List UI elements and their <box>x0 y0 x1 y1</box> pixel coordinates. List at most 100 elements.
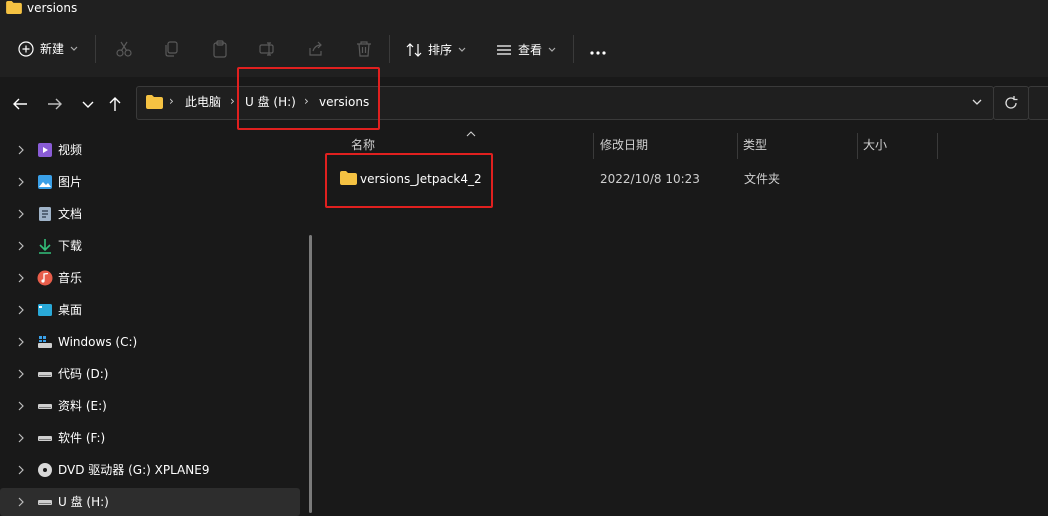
sidebar-item-label: 音乐 <box>58 271 83 285</box>
chevron-down-icon <box>458 47 466 52</box>
file-type: 文件夹 <box>744 172 781 186</box>
share-icon[interactable] <box>307 40 325 58</box>
paste-icon[interactable] <box>211 40 229 58</box>
sidebar-item-label: 文档 <box>58 207 83 221</box>
sort-button[interactable]: 排序 <box>406 41 466 58</box>
sidebar-item-drive-e[interactable]: 资料 (E:) <box>0 392 300 420</box>
sidebar-item-documents[interactable]: 文档 <box>0 200 300 228</box>
drive-icon <box>38 500 52 505</box>
music-icon <box>37 270 53 286</box>
sidebar-item-pictures[interactable]: 图片 <box>0 168 300 196</box>
chevron-right-icon[interactable] <box>16 304 26 316</box>
sidebar-item-drive-c[interactable]: Windows (C:) <box>0 328 300 356</box>
chevron-down-icon <box>548 47 556 52</box>
address-row: › 此电脑 › U 盘 (H:) › versions <box>0 77 1048 131</box>
sidebar-item-downloads[interactable]: 下载 <box>0 232 300 260</box>
sidebar-item-label: 资料 (E:) <box>58 399 107 413</box>
title-bar: versions <box>0 0 1048 22</box>
sidebar-item-label: 软件 (F:) <box>58 431 106 445</box>
picture-icon <box>38 175 52 189</box>
drive-icon <box>38 404 52 409</box>
back-arrow-icon[interactable] <box>12 96 28 112</box>
chevron-right-icon[interactable] <box>16 432 26 444</box>
sort-label: 排序 <box>428 43 453 57</box>
breadcrumb-separator: › <box>169 94 174 108</box>
chevron-down-icon[interactable] <box>971 96 983 108</box>
view-button[interactable]: 查看 <box>496 41 556 58</box>
sidebar-scrollbar[interactable] <box>309 235 312 513</box>
command-bar: 新建 排序 查看 <box>0 22 1048 78</box>
column-divider[interactable] <box>937 133 938 159</box>
chevron-right-icon[interactable] <box>16 368 26 380</box>
cut-icon[interactable] <box>115 40 133 58</box>
search-input[interactable] <box>1028 86 1048 120</box>
folder-icon <box>6 1 22 14</box>
window-title: versions <box>27 1 78 15</box>
plus-circle-icon <box>18 40 34 57</box>
download-icon <box>39 239 51 254</box>
chevron-right-icon[interactable] <box>16 496 26 508</box>
chevron-right-icon[interactable] <box>16 464 26 476</box>
folder-icon <box>146 95 163 109</box>
sidebar-item-label: U 盘 (H:) <box>58 495 109 509</box>
view-list-icon <box>497 44 511 55</box>
column-header-modified[interactable]: 修改日期 <box>600 137 648 153</box>
sidebar-item-drive-f[interactable]: 软件 (F:) <box>0 424 300 452</box>
sidebar-item-label: Windows (C:) <box>58 335 138 349</box>
recent-chevron-down-icon[interactable] <box>80 96 96 112</box>
desktop-icon <box>38 304 52 316</box>
chevron-right-icon[interactable] <box>16 144 26 156</box>
delete-icon[interactable] <box>355 40 373 58</box>
column-divider[interactable] <box>737 133 738 159</box>
dvd-disc-icon <box>38 463 52 477</box>
more-options-icon[interactable] <box>590 44 608 62</box>
sidebar-item-label: 下载 <box>58 239 83 253</box>
sort-ascending-icon <box>466 131 476 137</box>
sidebar-item-label: 代码 (D:) <box>58 367 109 381</box>
rename-icon[interactable] <box>259 40 277 58</box>
column-header-size[interactable]: 大小 <box>863 137 887 153</box>
column-header-name[interactable]: 名称 <box>351 137 375 153</box>
chevron-right-icon[interactable] <box>16 336 26 348</box>
forward-arrow-icon[interactable] <box>47 96 63 112</box>
sidebar-item-label: 图片 <box>58 175 83 189</box>
sidebar-item-label: 桌面 <box>58 303 83 317</box>
sort-icon <box>406 42 422 57</box>
sidebar-item-label: 视频 <box>58 143 83 157</box>
highlight-box-folder <box>325 153 493 208</box>
up-arrow-icon[interactable] <box>107 96 123 112</box>
sidebar-item-drive-d[interactable]: 代码 (D:) <box>0 360 300 388</box>
separator <box>95 35 96 63</box>
refresh-button[interactable] <box>993 86 1029 120</box>
chevron-down-icon <box>70 46 78 51</box>
chevron-right-icon[interactable] <box>16 400 26 412</box>
separator <box>389 35 390 63</box>
breadcrumb-this-pc[interactable]: 此电脑 <box>185 95 221 109</box>
sidebar-item-usb-drive[interactable]: U 盘 (H:) <box>0 488 300 516</box>
sidebar-item-desktop[interactable]: 桌面 <box>0 296 300 324</box>
video-icon <box>38 143 52 157</box>
chevron-right-icon[interactable] <box>16 208 26 220</box>
chevron-right-icon[interactable] <box>16 272 26 284</box>
view-label: 查看 <box>518 43 543 57</box>
chevron-right-icon[interactable] <box>16 240 26 252</box>
file-modified: 2022/10/8 10:23 <box>600 172 700 186</box>
column-divider[interactable] <box>857 133 858 159</box>
copy-icon[interactable] <box>163 40 181 58</box>
new-label: 新建 <box>40 42 65 56</box>
highlight-box-breadcrumb <box>237 67 380 130</box>
sidebar-item-dvd-drive[interactable]: DVD 驱动器 (G:) XPLANE9 <box>0 456 300 484</box>
sidebar-item-label: DVD 驱动器 (G:) XPLANE9 <box>58 463 210 477</box>
document-icon <box>39 207 51 221</box>
sidebar-item-music[interactable]: 音乐 <box>0 264 300 292</box>
column-header-type[interactable]: 类型 <box>743 137 767 153</box>
drive-icon <box>38 372 52 377</box>
refresh-icon <box>1005 96 1018 109</box>
navigation-pane: 视频 图片 文档 下载 音乐 桌面 Windows (C:) 代码 (D:) 资 <box>0 131 320 516</box>
new-button[interactable]: 新建 <box>18 40 78 57</box>
column-divider[interactable] <box>593 133 594 159</box>
sidebar-item-videos[interactable]: 视频 <box>0 136 300 164</box>
windows-drive-icon <box>38 336 52 348</box>
chevron-right-icon[interactable] <box>16 176 26 188</box>
drive-icon <box>38 436 52 441</box>
